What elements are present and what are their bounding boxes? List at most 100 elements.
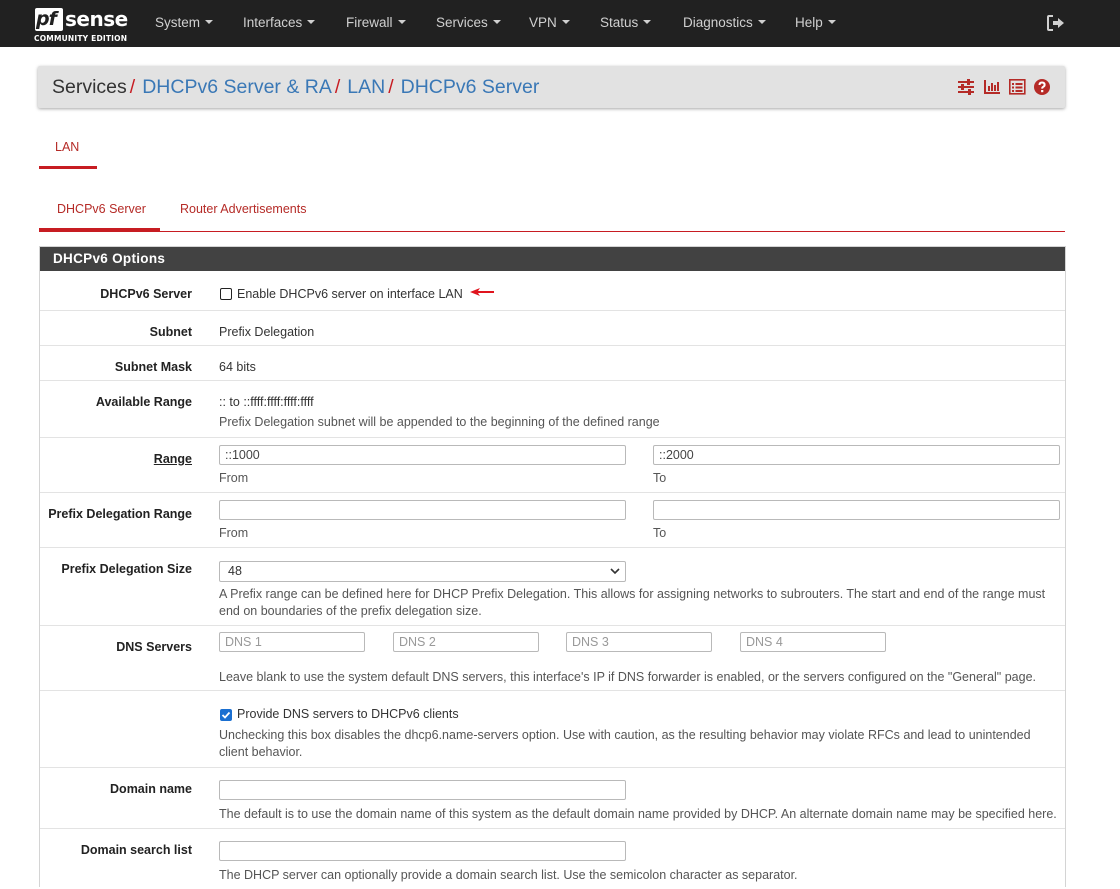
dns1-input[interactable]: DNS 1 <box>219 632 365 652</box>
tab-router-advertisements[interactable]: Router Advertisements <box>180 202 306 216</box>
label-prefix-delegation-size: Prefix Delegation Size <box>61 562 192 576</box>
top-navbar: pf sense COMMUNITY EDITION System Interf… <box>0 0 1120 47</box>
label-available-range: Available Range <box>95 395 192 409</box>
chevron-down-icon <box>643 20 652 25</box>
label-dns-servers: DNS Servers <box>116 640 192 654</box>
bar-chart-icon[interactable] <box>984 79 1001 95</box>
breadcrumb-bar: Services / DHCPv6 Server & RA / LAN / DHCPv6 S… <box>38 66 1065 108</box>
nav-services[interactable]: Services <box>436 15 501 30</box>
dhcpv6-options-panel: DHCPv6 Options DHCPv6 Server Enable DHCP… <box>39 246 1066 887</box>
pd-range-from-label: From <box>219 526 249 540</box>
row-dhcpv6-server: DHCPv6 Server Enable DHCPv6 server on in… <box>40 272 1065 309</box>
row-prefix-delegation-range: Prefix Delegation Range From To <box>40 492 1065 547</box>
logo-pf-box: pf <box>35 8 63 31</box>
breadcrumb-separator: / <box>388 76 394 98</box>
provide-dns-help: Unchecking this box disables the dhcp6.n… <box>219 728 1031 759</box>
available-range-value: :: to ::ffff:ffff:ffff:ffff <box>219 395 314 409</box>
enable-dhcpv6-checkbox[interactable] <box>220 288 232 300</box>
sliders-icon[interactable] <box>958 79 975 95</box>
row-subnet: Subnet Prefix Delegation <box>40 310 1065 345</box>
nav-interfaces-label: Interfaces <box>243 15 303 30</box>
pd-size-selected: 48 <box>228 564 242 578</box>
range-to-label: To <box>653 471 667 485</box>
domain-search-input[interactable] <box>219 841 626 861</box>
breadcrumb: Services / DHCPv6 Server & RA / LAN / DHCPv6 S… <box>52 76 539 99</box>
arrow-annotation-icon <box>470 288 494 296</box>
row-dns-servers: DNS Servers DNS 1 DNS 2 DNS 3 DNS 4 Leav… <box>40 625 1065 690</box>
nav-diagnostics-label: Diagnostics <box>683 15 753 30</box>
dns3-input[interactable]: DNS 3 <box>566 632 712 652</box>
panel-title: DHCPv6 Options <box>53 251 166 266</box>
nav-vpn-label: VPN <box>529 15 557 30</box>
breadcrumb-root: Services <box>52 76 127 98</box>
nav-services-label: Services <box>436 15 488 30</box>
pd-size-help: A Prefix range can be defined here for D… <box>219 587 1046 618</box>
label-domain-search-list: Domain search list <box>80 843 192 857</box>
domain-name-help: The default is to use the domain name of… <box>219 807 1057 821</box>
chevron-down-icon <box>492 20 501 25</box>
pd-size-select[interactable]: 48 <box>219 561 626 582</box>
pfsense-logo[interactable]: pf sense COMMUNITY EDITION <box>33 7 133 43</box>
domain-search-help: The DHCP server can optionally provide a… <box>219 868 798 882</box>
nav-status[interactable]: Status <box>600 15 652 30</box>
range-from-input[interactable]: ::1000 <box>219 445 626 465</box>
nav-system[interactable]: System <box>155 15 214 30</box>
row-domain-name: Domain name The default is to use the do… <box>40 767 1065 828</box>
breadcrumb-separator: / <box>129 76 136 98</box>
nav-system-label: System <box>155 15 201 30</box>
available-range-help: Prefix Delegation subnet will be appende… <box>219 415 660 429</box>
tab-dhcpv6-server[interactable]: DHCPv6 Server <box>57 202 146 216</box>
provide-dns-checkbox[interactable] <box>220 709 232 721</box>
tab-active-indicator <box>39 166 97 169</box>
panel-header: DHCPv6 Options <box>40 247 1065 271</box>
label-subnet: Subnet <box>149 325 192 339</box>
row-prefix-delegation-size: Prefix Delegation Size 48 A Prefix range… <box>40 547 1065 625</box>
dns4-input[interactable]: DNS 4 <box>740 632 886 652</box>
subnet-mask-value: 64 bits <box>219 360 256 374</box>
provide-dns-label[interactable]: Provide DNS servers to DHCPv6 clients <box>237 707 459 721</box>
nav-diagnostics[interactable]: Diagnostics <box>683 15 766 30</box>
nav-help-label: Help <box>795 15 823 30</box>
chevron-down-icon <box>827 20 836 25</box>
label-prefix-delegation-range: Prefix Delegation Range <box>48 507 192 521</box>
label-domain-name: Domain name <box>110 782 192 796</box>
pd-range-to-input[interactable] <box>653 500 1060 520</box>
nav-firewall-label: Firewall <box>346 15 393 30</box>
dns-servers-help: Leave blank to use the system default DN… <box>219 670 1036 684</box>
sign-out-icon[interactable] <box>1047 15 1065 31</box>
logo-edition-text: COMMUNITY EDITION <box>34 34 128 43</box>
range-from-label: From <box>219 471 249 485</box>
chevron-down-icon <box>757 20 766 25</box>
label-dhcpv6-server: DHCPv6 Server <box>100 287 192 301</box>
logo-sense-text: sense <box>65 7 128 31</box>
nav-help[interactable]: Help <box>795 15 836 30</box>
chevron-down-icon <box>610 568 620 575</box>
nav-status-label: Status <box>600 15 639 30</box>
row-provide-dns: Provide DNS servers to DHCPv6 clients Un… <box>40 690 1065 767</box>
dns2-input[interactable]: DNS 2 <box>393 632 539 652</box>
tab-interface-lan[interactable]: LAN <box>55 140 79 154</box>
nav-interfaces[interactable]: Interfaces <box>243 15 316 30</box>
row-range: Range ::1000 ::2000 From To <box>40 437 1065 492</box>
breadcrumb-link-dhcpv6-ra[interactable]: DHCPv6 Server & RA <box>142 76 332 98</box>
breadcrumb-link-lan[interactable]: LAN <box>347 76 385 98</box>
breadcrumb-link-dhcpv6-server[interactable]: DHCPv6 Server <box>401 76 540 98</box>
subnet-value: Prefix Delegation <box>219 325 315 339</box>
chevron-down-icon <box>205 20 214 25</box>
subtab-divider <box>39 231 1065 232</box>
row-domain-search-list: Domain search list The DHCP server can o… <box>40 828 1065 889</box>
list-icon[interactable] <box>1009 79 1026 95</box>
enable-dhcpv6-label[interactable]: Enable DHCPv6 server on interface LAN <box>237 287 463 301</box>
logo-pf-text: pf <box>36 8 57 30</box>
chevron-down-icon <box>561 20 570 25</box>
check-icon <box>221 711 231 719</box>
domain-name-input[interactable] <box>219 780 626 800</box>
nav-firewall[interactable]: Firewall <box>346 15 406 30</box>
help-circle-icon[interactable] <box>1034 79 1050 95</box>
range-to-input[interactable]: ::2000 <box>653 445 1060 465</box>
row-subnet-mask: Subnet Mask 64 bits <box>40 345 1065 380</box>
pd-range-to-label: To <box>653 526 667 540</box>
nav-vpn[interactable]: VPN <box>529 15 570 30</box>
pd-range-from-input[interactable] <box>219 500 626 520</box>
label-range[interactable]: Range <box>154 452 192 466</box>
